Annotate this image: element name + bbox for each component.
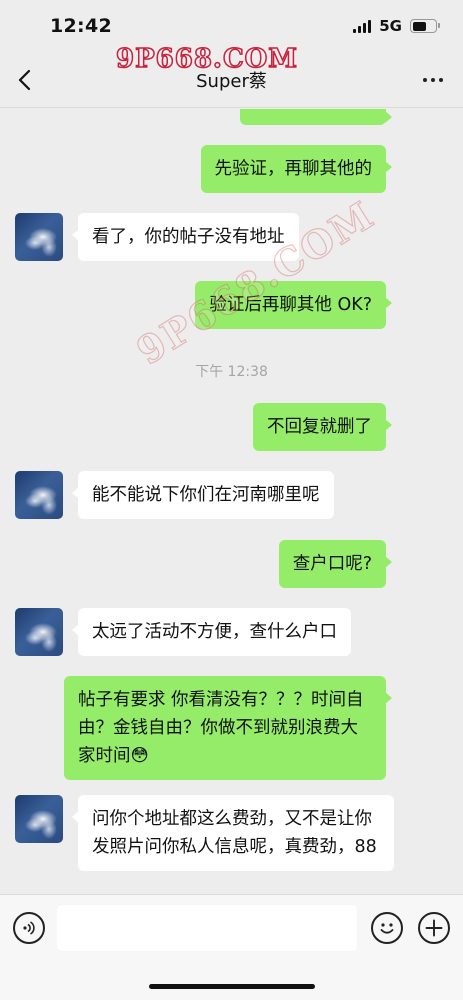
status-time: 12:42	[50, 15, 112, 37]
chat-messages: 先验证，再聊其他的 看了，你的帖子没有地址 验证后再聊其他 OK? 下午 12:…	[0, 109, 463, 894]
signal-icon	[353, 19, 372, 33]
back-icon[interactable]	[14, 68, 38, 92]
message-bubble-outgoing[interactable]	[240, 109, 392, 125]
more-options-icon[interactable]	[423, 78, 443, 82]
contact-avatar[interactable]	[15, 795, 63, 843]
contact-avatar[interactable]	[15, 471, 63, 519]
message-bubble-outgoing[interactable]: 不回复就删了	[253, 403, 392, 451]
contact-avatar[interactable]	[15, 608, 63, 656]
home-indicator	[149, 984, 315, 989]
message-timestamp: 下午 12:38	[195, 364, 268, 380]
contact-avatar[interactable]	[15, 213, 63, 261]
battery-icon	[410, 19, 440, 33]
message-bubble-incoming[interactable]: 问你个地址都这么费劲，又不是让你发照片问你私人信息呢，真费劲，88	[72, 795, 394, 871]
message-bubble-outgoing[interactable]: 帖子有要求 你看清没有？？？时间自由？金钱自由？你做不到就别浪费大家时间😳	[64, 676, 392, 780]
message-bubble-incoming[interactable]: 太远了活动不方便，查什么户口	[72, 608, 351, 656]
plus-icon[interactable]	[418, 912, 450, 944]
message-bubble-incoming[interactable]: 能不能说下你们在河南哪里呢	[72, 471, 334, 519]
watermark-logo: 9P668.COM	[115, 43, 299, 75]
status-indicators: 5G	[353, 17, 440, 35]
message-bubble-outgoing[interactable]: 先验证，再聊其他的	[200, 145, 392, 193]
message-input[interactable]	[57, 905, 357, 951]
message-bubble-incoming[interactable]: 看了，你的帖子没有地址	[72, 213, 299, 261]
network-label: 5G	[379, 17, 402, 35]
message-bubble-outgoing[interactable]: 验证后再聊其他 OK?	[195, 281, 392, 329]
voice-icon[interactable]	[13, 912, 45, 944]
message-bubble-outgoing[interactable]: 查户口呢?	[278, 540, 393, 588]
emoji-icon[interactable]	[371, 912, 403, 944]
